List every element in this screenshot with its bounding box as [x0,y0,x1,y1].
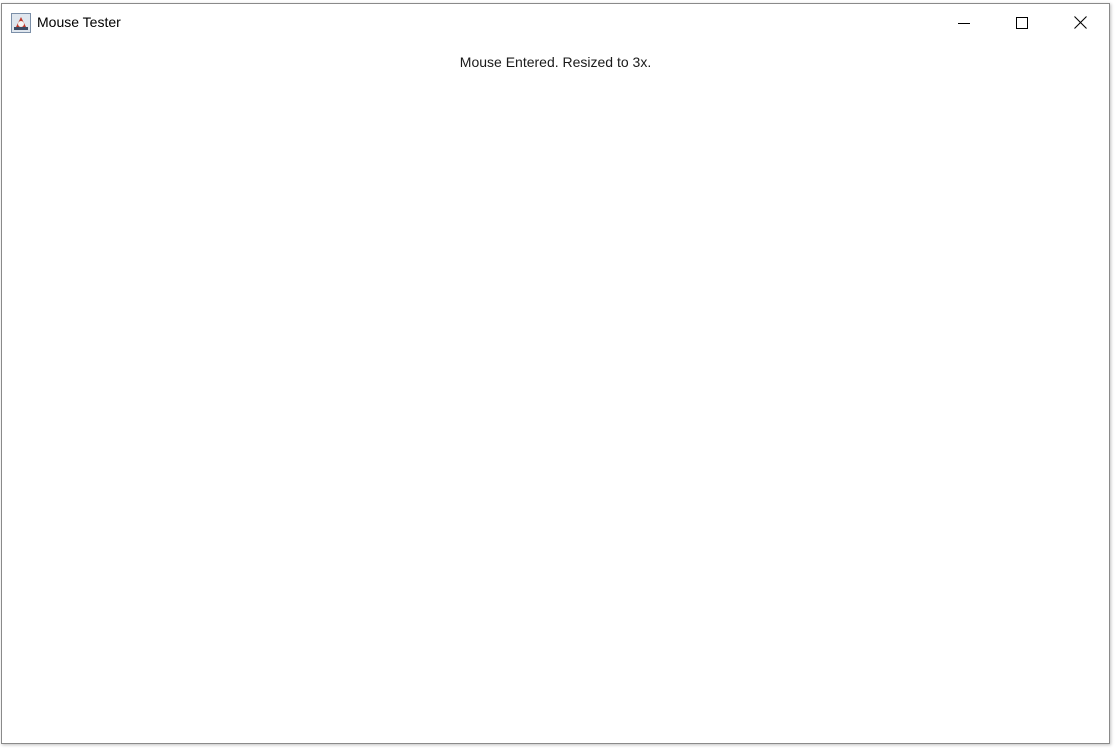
close-button[interactable] [1051,4,1109,41]
app-icon[interactable] [11,13,31,33]
app-window: Mouse Tester Mouse Entered. Resized to 3… [1,3,1110,744]
maximize-button[interactable] [993,4,1051,41]
mouse-test-area[interactable]: Mouse Entered. Resized to 3x. [2,41,1109,743]
window-title: Mouse Tester [37,14,121,30]
minimize-icon [958,22,970,24]
maximize-icon [1016,16,1028,29]
title-bar[interactable]: Mouse Tester [2,4,1109,41]
status-label: Mouse Entered. Resized to 3x. [459,54,652,70]
minimize-button[interactable] [935,4,993,41]
window-controls [935,4,1109,41]
close-icon [1073,16,1087,29]
